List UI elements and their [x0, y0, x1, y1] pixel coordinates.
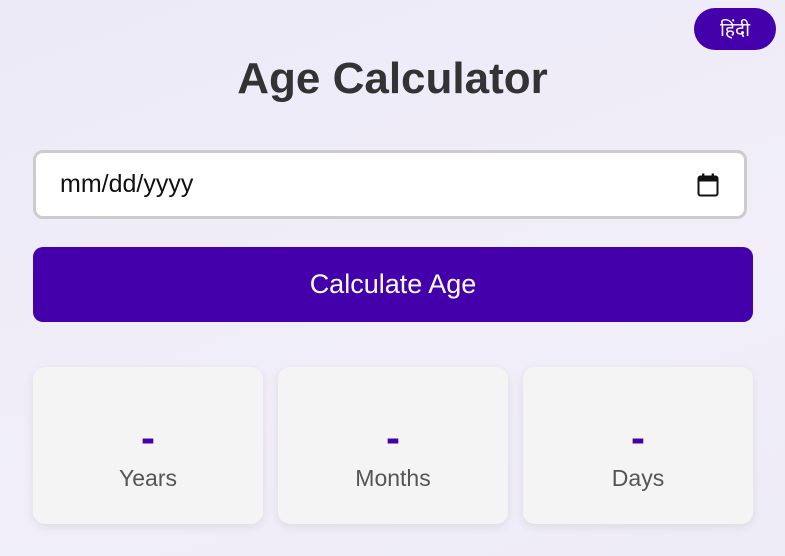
years-value: -	[141, 414, 155, 461]
birth-date-input[interactable]: mm/dd/yyyy	[33, 150, 747, 219]
days-result-card: - Days	[523, 367, 753, 524]
years-result-card: - Years	[33, 367, 263, 524]
months-result-card: - Months	[278, 367, 508, 524]
page-title: Age Calculator	[237, 54, 548, 103]
months-value: -	[386, 414, 400, 461]
calculate-age-button[interactable]: Calculate Age	[33, 247, 753, 322]
years-label: Years	[119, 465, 177, 491]
days-value: -	[631, 414, 645, 461]
language-toggle-button[interactable]: हिंदी	[694, 8, 776, 50]
days-label: Days	[611, 465, 665, 491]
months-label: Months	[355, 465, 431, 491]
date-input-placeholder: mm/dd/yyyy	[60, 170, 194, 198]
calendar-icon[interactable]	[696, 172, 720, 198]
